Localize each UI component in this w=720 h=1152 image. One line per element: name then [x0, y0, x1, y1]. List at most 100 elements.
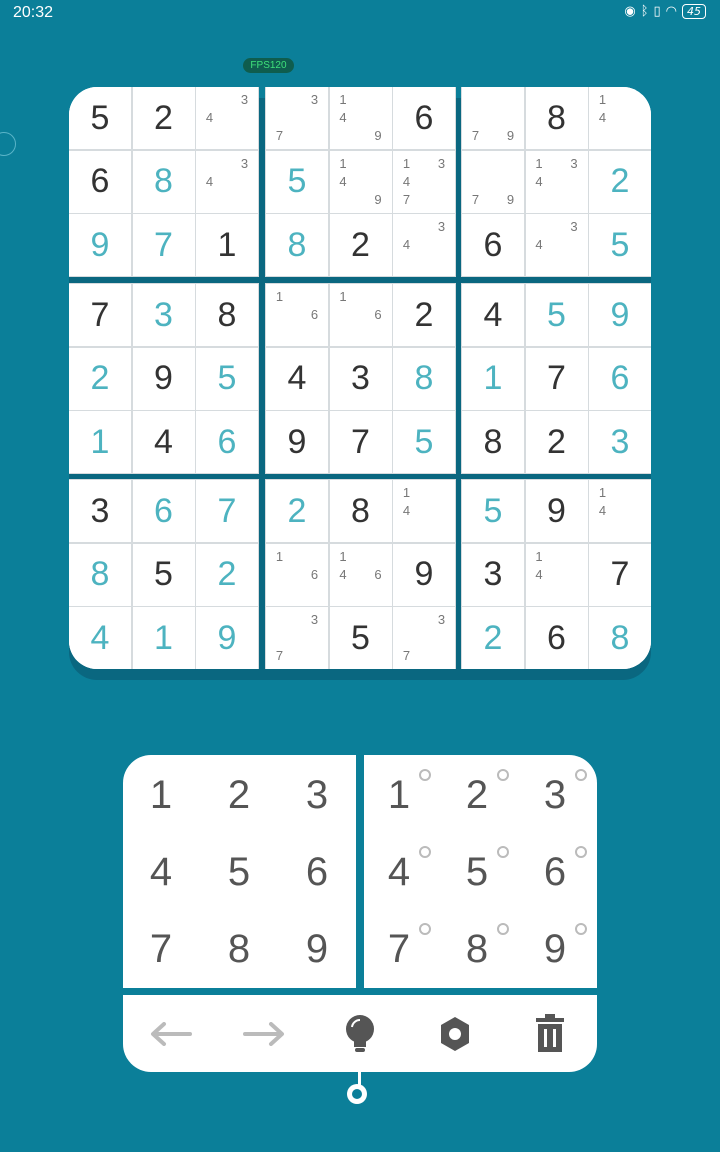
sudoku-cell[interactable]: 2 — [69, 347, 131, 410]
sudoku-cell[interactable]: 14 — [525, 543, 588, 606]
sudoku-cell[interactable]: 34 — [196, 87, 258, 149]
digit-7-button[interactable]: 7 — [131, 919, 191, 979]
sudoku-cell[interactable]: 8 — [329, 480, 392, 542]
note-digit-1-button[interactable]: 1 — [369, 765, 431, 825]
sudoku-cell[interactable]: 5 — [393, 411, 455, 473]
sudoku-cell[interactable]: 1 — [462, 347, 524, 410]
sudoku-cell[interactable]: 9 — [69, 214, 131, 276]
sudoku-cell[interactable]: 8 — [462, 411, 524, 473]
sudoku-cell[interactable]: 3 — [132, 284, 195, 346]
sudoku-cell[interactable]: 7 — [589, 543, 651, 606]
sudoku-cell[interactable]: 3 — [329, 347, 392, 410]
sudoku-cell[interactable]: 2 — [266, 480, 328, 542]
floating-ball-icon[interactable] — [0, 132, 16, 156]
sudoku-cell[interactable]: 5 — [132, 543, 195, 606]
digit-9-button[interactable]: 9 — [287, 919, 347, 979]
digit-8-button[interactable]: 8 — [209, 919, 269, 979]
delete-button[interactable] — [525, 1009, 575, 1059]
sudoku-cell[interactable]: 9 — [393, 543, 455, 606]
sudoku-cell[interactable]: 6 — [393, 87, 455, 149]
sudoku-cell[interactable]: 1 4 9 — [329, 150, 392, 213]
sudoku-cell[interactable]: 2 — [132, 87, 195, 149]
digit-6-button[interactable]: 6 — [287, 842, 347, 902]
sudoku-cell[interactable]: 5 — [525, 284, 588, 346]
sudoku-cell[interactable]: 4 — [69, 607, 131, 669]
sudoku-cell[interactable]: 5 — [462, 480, 524, 542]
sudoku-cell[interactable]: 16 — [329, 284, 392, 346]
sudoku-cell[interactable]: 14 — [589, 480, 651, 542]
sudoku-cell[interactable]: 6 — [69, 150, 131, 213]
sudoku-cell[interactable]: 1 4 6 — [329, 543, 392, 606]
sudoku-cell[interactable]: 9 — [132, 347, 195, 410]
sudoku-cell[interactable]: 37 — [266, 607, 328, 669]
sudoku-cell[interactable]: 2 — [329, 214, 392, 276]
note-digit-7-button[interactable]: 7 — [369, 919, 431, 979]
sudoku-cell[interactable]: 79 — [462, 87, 524, 149]
sudoku-cell[interactable]: 7 — [69, 284, 131, 346]
note-digit-2-button[interactable]: 2 — [447, 765, 509, 825]
sudoku-cell[interactable]: 7 — [525, 347, 588, 410]
sudoku-cell[interactable]: 6 — [525, 607, 588, 669]
sudoku-cell[interactable]: 6 — [132, 480, 195, 542]
sudoku-cell[interactable]: 1 3 4 7 — [393, 150, 455, 213]
sudoku-cell[interactable]: 5 — [266, 150, 328, 213]
digit-1-button[interactable]: 1 — [131, 765, 191, 825]
sudoku-cell[interactable]: 3 — [69, 480, 131, 542]
sudoku-cell[interactable]: 2 — [525, 411, 588, 473]
sudoku-cell[interactable]: 2 — [196, 543, 258, 606]
digit-5-button[interactable]: 5 — [209, 842, 269, 902]
sudoku-cell[interactable]: 2 — [393, 284, 455, 346]
sudoku-cell[interactable]: 8 — [266, 214, 328, 276]
sudoku-cell[interactable]: 1 — [69, 411, 131, 473]
settings-button[interactable] — [430, 1009, 480, 1059]
sudoku-cell[interactable]: 3 — [589, 411, 651, 473]
sudoku-cell[interactable]: 4 — [132, 411, 195, 473]
digit-3-button[interactable]: 3 — [287, 765, 347, 825]
sudoku-cell[interactable]: 16 — [266, 543, 328, 606]
sudoku-cell[interactable]: 5 — [589, 214, 651, 276]
sudoku-cell[interactable]: 79 — [462, 150, 524, 213]
sudoku-cell[interactable]: 4 — [462, 284, 524, 346]
sudoku-cell[interactable]: 2 — [462, 607, 524, 669]
sudoku-cell[interactable]: 2 — [589, 150, 651, 213]
sudoku-cell[interactable]: 5 — [196, 347, 258, 410]
note-digit-5-button[interactable]: 5 — [447, 842, 509, 902]
sudoku-cell[interactable]: 34 — [393, 214, 455, 276]
sudoku-cell[interactable]: 7 — [132, 214, 195, 276]
sudoku-cell[interactable]: 8 — [69, 543, 131, 606]
drag-handle[interactable] — [347, 1084, 367, 1104]
sudoku-cell[interactable]: 9 — [266, 411, 328, 473]
sudoku-cell[interactable]: 1 — [196, 214, 258, 276]
sudoku-cell[interactable]: 7 — [196, 480, 258, 542]
sudoku-cell[interactable]: 37 — [393, 607, 455, 669]
sudoku-cell[interactable]: 34 — [525, 214, 588, 276]
digit-2-button[interactable]: 2 — [209, 765, 269, 825]
sudoku-cell[interactable]: 14 — [393, 480, 455, 542]
sudoku-cell[interactable]: 4 — [266, 347, 328, 410]
note-digit-3-button[interactable]: 3 — [525, 765, 587, 825]
sudoku-cell[interactable]: 14 — [589, 87, 651, 149]
hint-button[interactable] — [335, 1009, 385, 1059]
sudoku-cell[interactable]: 6 — [462, 214, 524, 276]
sudoku-cell[interactable]: 5 — [329, 607, 392, 669]
sudoku-cell[interactable]: 8 — [589, 607, 651, 669]
sudoku-cell[interactable]: 9 — [196, 607, 258, 669]
undo-button[interactable] — [145, 1009, 195, 1059]
sudoku-cell[interactable]: 34 — [196, 150, 258, 213]
sudoku-cell[interactable]: 9 — [589, 284, 651, 346]
sudoku-cell[interactable]: 9 — [525, 480, 588, 542]
sudoku-cell[interactable]: 1 3 4 — [525, 150, 588, 213]
note-digit-6-button[interactable]: 6 — [525, 842, 587, 902]
sudoku-cell[interactable]: 6 — [196, 411, 258, 473]
digit-4-button[interactable]: 4 — [131, 842, 191, 902]
note-digit-9-button[interactable]: 9 — [525, 919, 587, 979]
sudoku-cell[interactable]: 1 4 9 — [329, 87, 392, 149]
sudoku-cell[interactable]: 6 — [589, 347, 651, 410]
sudoku-cell[interactable]: 37 — [266, 87, 328, 149]
note-digit-8-button[interactable]: 8 — [447, 919, 509, 979]
sudoku-cell[interactable]: 7 — [329, 411, 392, 473]
sudoku-cell[interactable]: 8 — [132, 150, 195, 213]
sudoku-cell[interactable]: 8 — [196, 284, 258, 346]
sudoku-cell[interactable]: 8 — [393, 347, 455, 410]
note-digit-4-button[interactable]: 4 — [369, 842, 431, 902]
